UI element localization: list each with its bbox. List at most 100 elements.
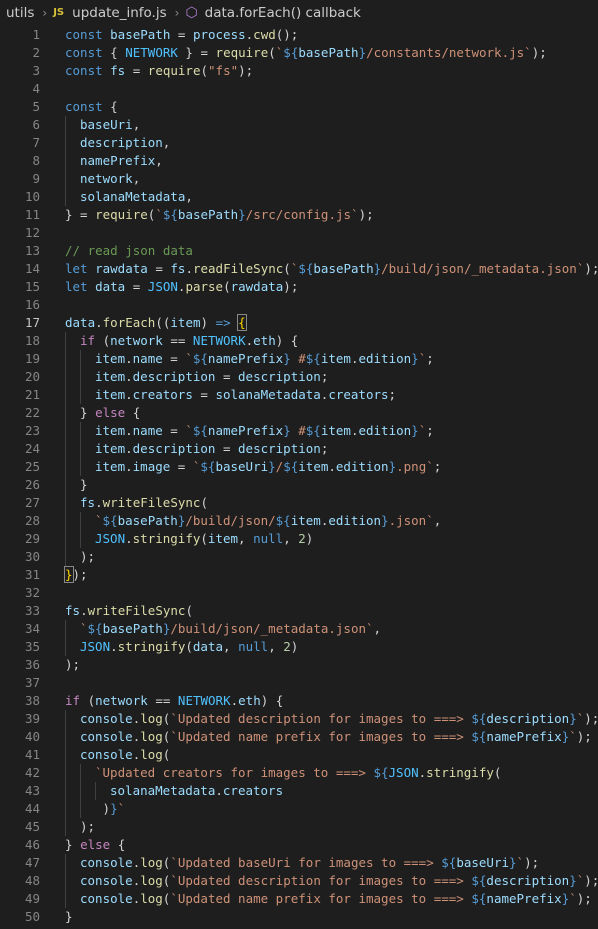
code-line[interactable]: 16 (0, 296, 598, 314)
line-number: 13 (24, 243, 40, 258)
code-line[interactable]: 6 baseUri, (0, 116, 598, 134)
code-line[interactable]: 7 description, (0, 134, 598, 152)
code-line[interactable]: 28 `${basePath}/build/json/${item.edition… (0, 512, 598, 530)
breadcrumb-folder[interactable]: utils (0, 0, 36, 26)
code-line[interactable]: 1 const basePath = process.cwd(); (0, 26, 598, 44)
line-number: 18 (24, 333, 40, 348)
code-token: ( (162, 747, 171, 762)
code-line[interactable]: 30); (0, 548, 598, 566)
code-text: ); (80, 548, 95, 566)
line-number: 12 (24, 225, 40, 240)
breadcrumb-file[interactable]: update_info.js (70, 0, 168, 26)
code-line[interactable]: 33 fs.writeFileSync( (0, 602, 598, 620)
code-token: NETWORK (192, 333, 246, 348)
code-line[interactable]: 3 const fs = require("fs"); (0, 62, 598, 80)
code-line[interactable]: 11} = require(`${basePath}/src/config.js… (0, 206, 598, 224)
code-token: } (283, 423, 291, 438)
code-line[interactable]: 48 console.log(`Updated description for i… (0, 872, 598, 890)
code-token: basePath (102, 621, 163, 636)
code-line[interactable]: 13 // read json data (0, 242, 598, 260)
indent-guide (65, 764, 66, 782)
code-token: description (238, 441, 321, 456)
code-token: writeFileSync (102, 495, 201, 510)
code-token: eth (238, 693, 261, 708)
code-token: solanaMetadata (110, 783, 216, 798)
code-line[interactable]: 44 )}` (0, 800, 598, 818)
indent-guide (65, 170, 66, 188)
code-line[interactable]: 5 const { (0, 98, 598, 116)
code-line[interactable]: 37 (0, 674, 598, 692)
code-token: console (80, 891, 133, 906)
code-line[interactable]: 36); (0, 656, 598, 674)
code-line[interactable]: 31}); (0, 566, 598, 584)
code-token: ( (200, 63, 209, 78)
code-text: const { NETWORK } = require(`${basePath}… (65, 44, 547, 62)
code-token: . (95, 315, 103, 330)
code-text: ); (65, 656, 80, 674)
code-line[interactable]: 4 (0, 80, 598, 98)
code-line[interactable]: 42 `Updated creators for images to ===> $… (0, 764, 598, 782)
code-line[interactable]: 27 fs.writeFileSync( (0, 494, 598, 512)
code-line[interactable]: 47 console.log(`Updated baseUri for image… (0, 854, 598, 872)
code-line[interactable]: 22} else { (0, 404, 598, 422)
code-text: const { (65, 98, 118, 116)
line-number: 2 (32, 45, 40, 60)
code-line[interactable]: 21 item.creators = solanaMetadata.creator… (0, 386, 598, 404)
code-line[interactable]: 40 console.log(`Updated name prefix for i… (0, 728, 598, 746)
code-token: . (125, 423, 133, 438)
code-line[interactable]: 8 namePrefix, (0, 152, 598, 170)
code-token: = (125, 63, 148, 78)
code-text: fs.writeFileSync( (65, 602, 193, 620)
code-line[interactable]: 24 item.description = description; (0, 440, 598, 458)
code-text: item.description = description; (95, 368, 328, 386)
code-token: data (192, 639, 224, 654)
code-text: } (80, 476, 88, 494)
code-token: ( (200, 531, 208, 546)
code-line[interactable]: 15 let data = JSON.parse(rawdata); (0, 278, 598, 296)
code-token: ( (223, 279, 231, 294)
code-line[interactable]: 26} (0, 476, 598, 494)
code-line[interactable]: 41 console.log( (0, 746, 598, 764)
code-text: )}` (95, 800, 126, 818)
code-line[interactable]: 45); (0, 818, 598, 836)
code-line[interactable]: 19 item.name = `${namePrefix} #${item.edi… (0, 350, 598, 368)
code-line[interactable]: 12 (0, 224, 598, 242)
code-line[interactable]: 18 if (network == NETWORK.eth) { (0, 332, 598, 350)
code-token: } (381, 513, 389, 528)
code-text: console.log(`Updated name prefix for ima… (80, 728, 592, 746)
code-line[interactable]: 23 item.name = `${namePrefix} #${item.edi… (0, 422, 598, 440)
code-line[interactable]: 38 if (network == NETWORK.eth) { (0, 692, 598, 710)
code-line[interactable]: 29 JSON.stringify(item, null, 2) (0, 530, 598, 548)
breadcrumb-symbol[interactable]: data.forEach() callback (203, 0, 363, 26)
code-line[interactable]: 25 item.image = `${baseUri}/${item.editio… (0, 458, 598, 476)
code-line[interactable]: 20 item.description = description; (0, 368, 598, 386)
indent-guide (80, 800, 81, 818)
code-line[interactable]: 39 console.log(`Updated description for i… (0, 710, 598, 728)
code-line[interactable]: 14 let rawdata = fs.readFileSync(`${baseP… (0, 260, 598, 278)
code-token: NETWORK (177, 693, 231, 708)
code-line[interactable]: 9 network, (0, 170, 598, 188)
code-token: = (162, 423, 186, 438)
code-token: const (65, 45, 111, 60)
code-line[interactable]: 46} else { (0, 836, 598, 854)
code-token: if (65, 693, 81, 708)
line-number: 40 (24, 729, 40, 744)
code-token: , (238, 531, 254, 546)
code-token: ( (185, 639, 193, 654)
code-token: rawdata (95, 261, 148, 276)
code-line[interactable]: 35 JSON.stringify(data, null, 2) (0, 638, 598, 656)
indent-guide (65, 476, 66, 494)
code-token: ${ (298, 261, 314, 276)
code-line[interactable]: 10 solanaMetadata, (0, 188, 598, 206)
code-token: ${ (441, 855, 457, 870)
code-line[interactable]: 50} (0, 908, 598, 926)
code-line[interactable]: 43 solanaMetadata.creators (0, 782, 598, 800)
code-line[interactable]: 32 (0, 584, 598, 602)
code-token: ( (200, 495, 208, 510)
code-token: ${ (305, 351, 321, 366)
code-line[interactable]: 34 `${basePath}/build/json/_metadata.json… (0, 620, 598, 638)
code-line[interactable]: 49 console.log(`Updated name prefix for i… (0, 890, 598, 908)
code-line[interactable]: 2 const { NETWORK } = require(`${basePath… (0, 44, 598, 62)
code-line[interactable]: 17 data.forEach((item) => { (0, 314, 598, 332)
code-editor[interactable]: 1 const basePath = process.cwd(); 2 const {… (0, 26, 598, 926)
